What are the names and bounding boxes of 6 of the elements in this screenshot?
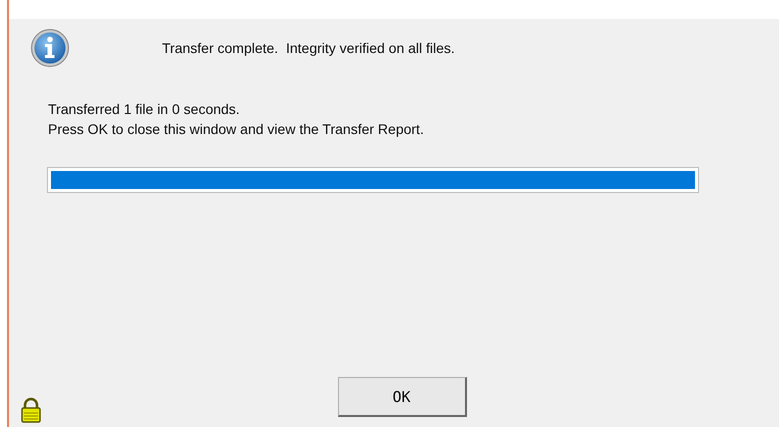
message-text: Transfer complete. Integrity verified on all files. <box>162 40 455 56</box>
ok-button[interactable]: OK <box>338 377 466 417</box>
detail-text: Transferred 1 file in 0 seconds. <box>48 100 241 119</box>
info-icon <box>30 28 70 68</box>
detail-text: Press OK to close this window and view the Transfer Report. <box>48 120 425 139</box>
lock-icon <box>20 397 42 423</box>
